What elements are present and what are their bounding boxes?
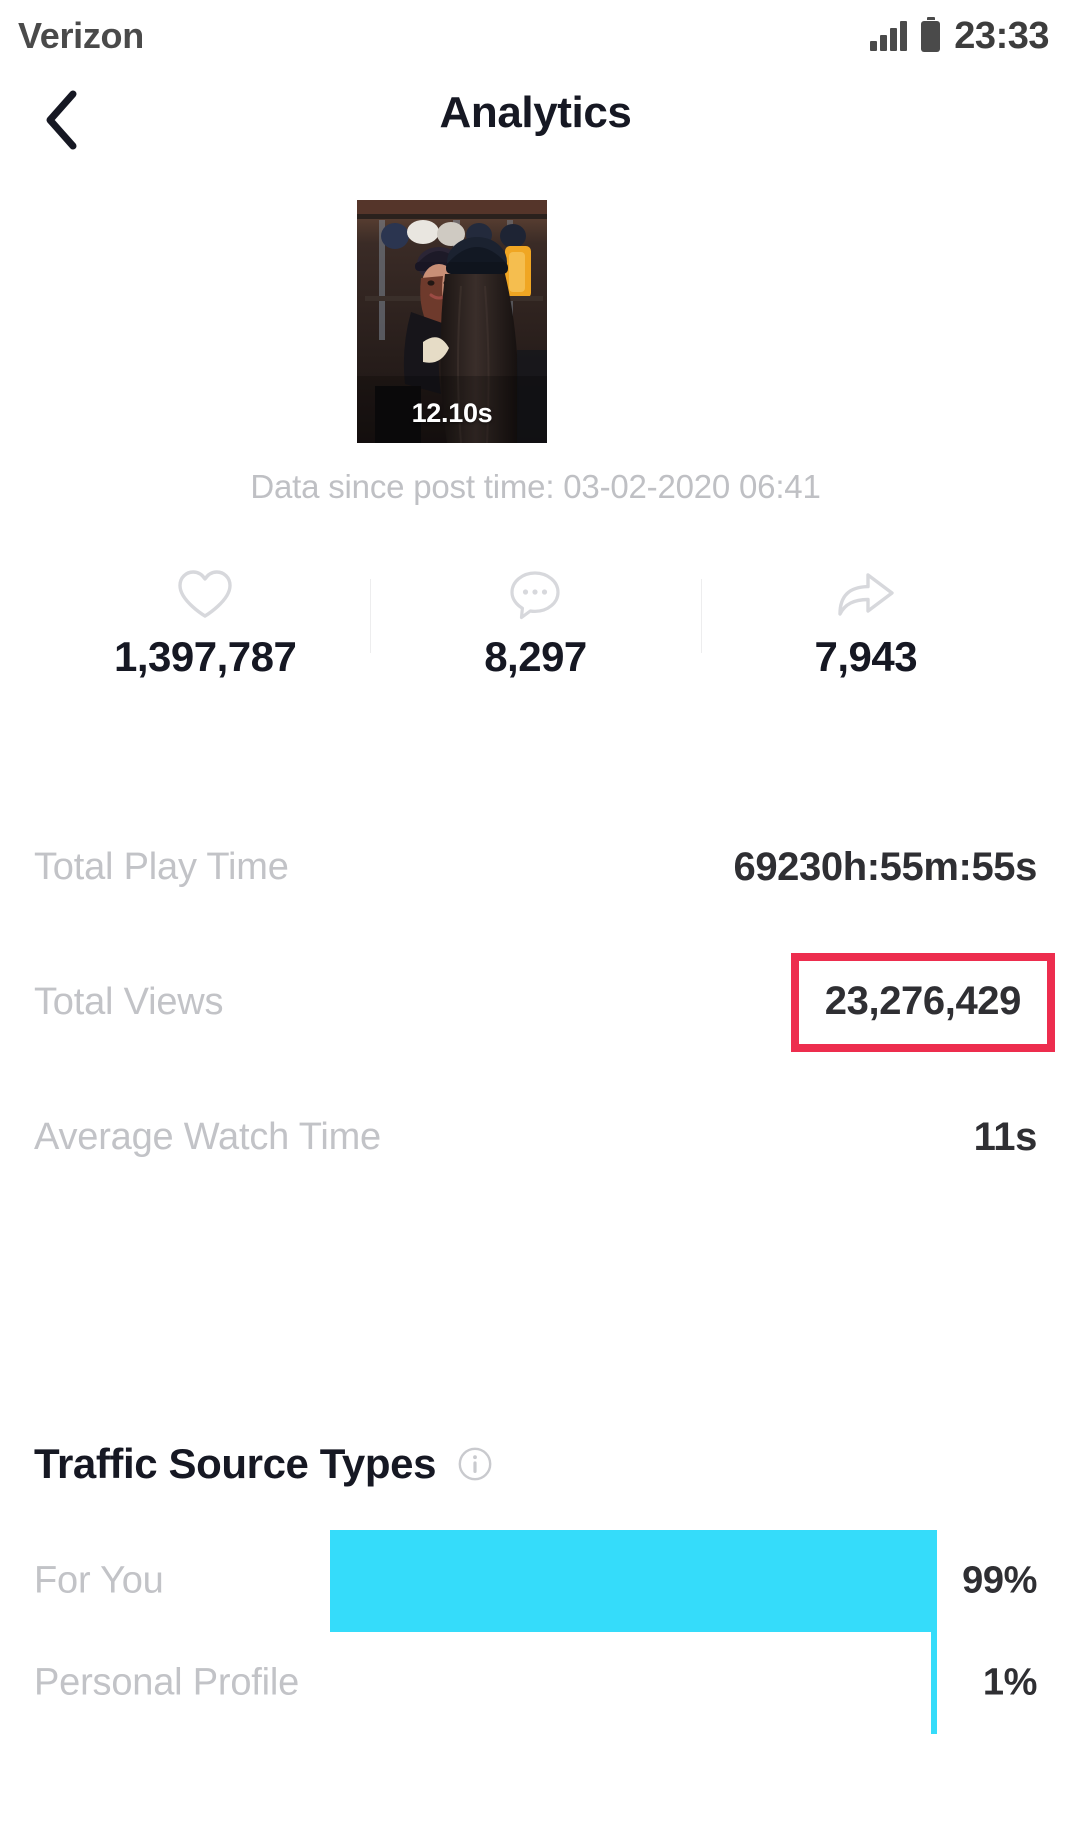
bar-track [324, 1632, 937, 1734]
bar-percentage: 1% [982, 1661, 1038, 1704]
stat-value: 1,397,787 [113, 633, 297, 680]
bar-fill [330, 1530, 937, 1632]
traffic-source-chart: For You 99% Personal Profile 1% [34, 1530, 1037, 1734]
metric-label: Total Views [34, 981, 224, 1023]
bar-row-personal-profile: Personal Profile 1% [34, 1632, 1037, 1734]
stat-shares[interactable]: 7,943 [700, 565, 1031, 690]
stat-value: 7,943 [814, 633, 918, 680]
bar-fill [930, 1632, 937, 1734]
traffic-source-header: Traffic Source Types [34, 1440, 492, 1488]
status-indicators: 23:33 [870, 15, 1049, 58]
metric-value: 69230h:55m:55s [733, 845, 1037, 889]
bar-label: For You [34, 1559, 164, 1602]
data-since-label: Data since post time: 03-02-2020 06:41 [250, 468, 821, 505]
battery-icon [921, 16, 941, 52]
traffic-source-title: Traffic Source Types [34, 1440, 437, 1487]
carrier-label: Verizon [18, 15, 144, 56]
metric-value-highlighted: 23,276,429 [790, 953, 1056, 1052]
metric-row-total-views: Total Views 23,276,429 [34, 935, 1056, 1070]
bar-row-for-you: For You 99% [34, 1530, 1037, 1632]
video-thumbnail[interactable]: 12.10s [357, 200, 547, 443]
bar-percentage: 99% [962, 1559, 1037, 1602]
stat-comments[interactable]: 8,297 [370, 565, 700, 690]
stat-value: 8,297 [484, 633, 587, 680]
info-circle-icon[interactable] [458, 1447, 492, 1481]
metric-label: Average Watch Time [34, 1116, 381, 1158]
metrics-list: Total Play Time 69230h:55m:55s Total Vie… [34, 800, 1056, 1205]
video-duration-label: 12.10s [411, 398, 493, 428]
metric-row-average-watch-time: Average Watch Time 11s [34, 1070, 1037, 1205]
nav-bar: Analytics [0, 72, 1071, 168]
bar-track [324, 1530, 937, 1632]
status-clock: 23:33 [954, 14, 1049, 57]
stat-likes[interactable]: 1,397,787 [40, 565, 370, 690]
share-icon [836, 565, 896, 625]
status-bar: Verizon 23:33 [0, 0, 1071, 72]
page-title: Analytics [439, 88, 632, 137]
metric-label: Total Play Time [34, 846, 289, 888]
signal-bars-icon [870, 21, 908, 51]
heart-icon [176, 565, 234, 625]
engagement-stats: 1,397,787 8,297 7,943 [40, 565, 1031, 690]
comment-icon [507, 565, 563, 625]
metric-row-total-play-time: Total Play Time 69230h:55m:55s [34, 800, 1037, 935]
bar-label: Personal Profile [34, 1661, 300, 1704]
metric-value: 11s [973, 1115, 1038, 1159]
